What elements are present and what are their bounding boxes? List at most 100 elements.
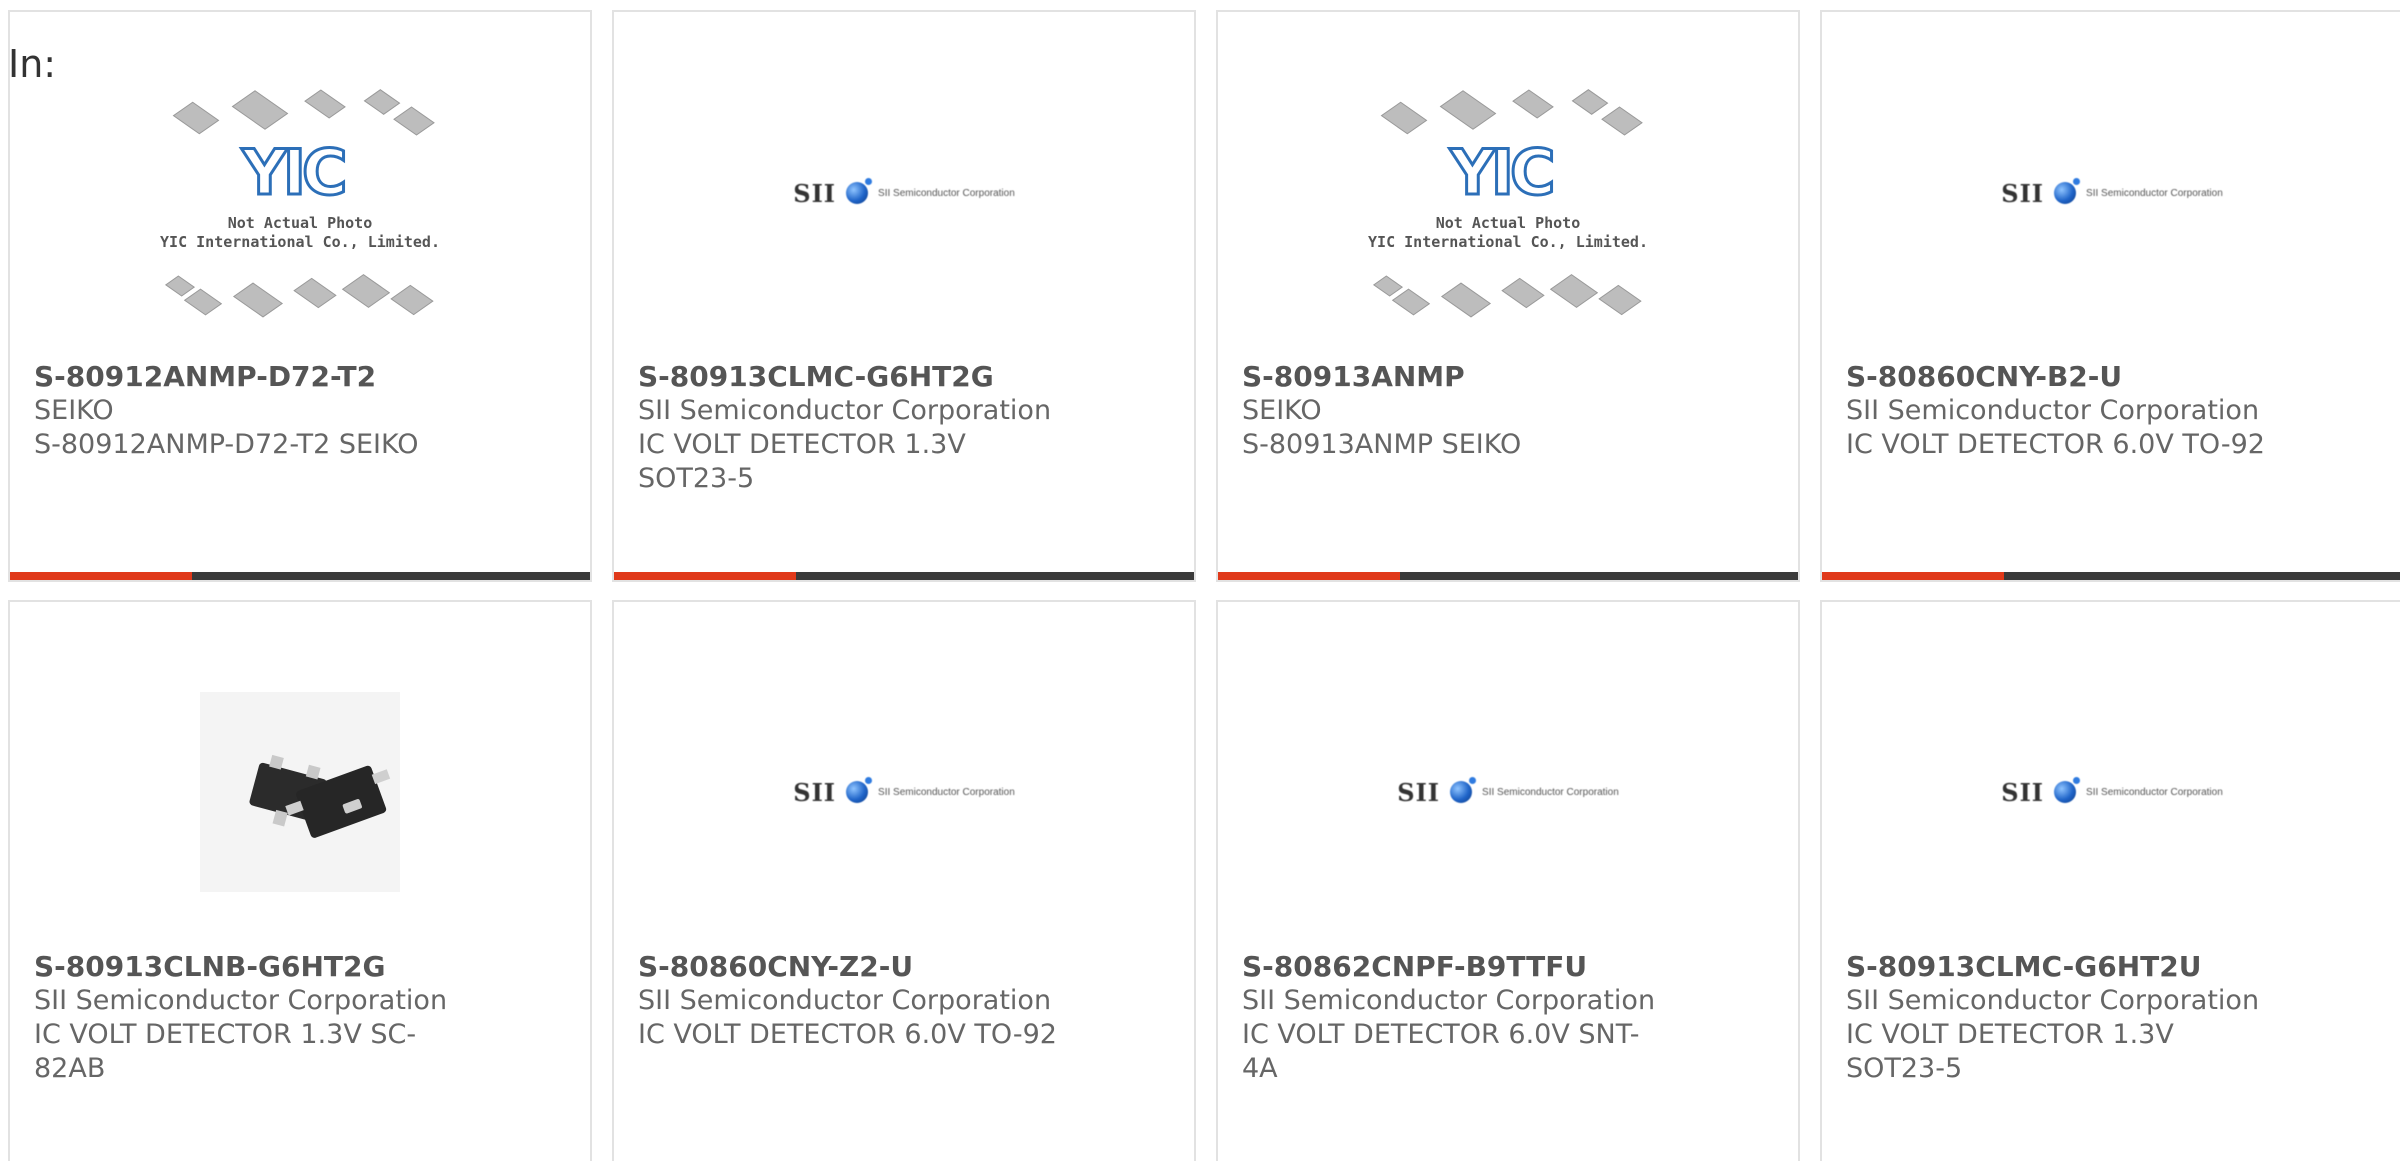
product-info: S-80860CNY-Z2-U SII Semiconductor Corpora… (638, 950, 1068, 1052)
product-part-number[interactable]: S-80860CNY-Z2-U (638, 950, 1068, 984)
product-description: S-80912ANMP-D72-T2 SEIKO (34, 429, 419, 460)
product-manufacturer: SEIKO (1242, 395, 1322, 426)
product-part-number[interactable]: S-80913ANMP (1242, 360, 1672, 394)
product-info: S-80913CLNB-G6HT2G SII Semiconductor Corp… (34, 950, 464, 1086)
product-grid: YIC Not Actual Photo YIC International Co.… (0, 0, 2400, 1161)
product-manufacturer: SII Semiconductor Corporation (638, 985, 1052, 1016)
sii-globe-icon (2054, 777, 2081, 803)
sii-logo-text: SII (793, 178, 837, 208)
sii-logo: SII SII Semiconductor Corporation (1397, 777, 1619, 807)
ic-chip-icon (1512, 89, 1554, 119)
product-part-number[interactable]: S-80913CLNB-G6HT2G (34, 950, 464, 984)
card-footer-bar (1218, 572, 1798, 580)
ic-chip-icon (341, 274, 391, 308)
ic-chip-icon (183, 288, 223, 316)
card-footer-accent (1822, 572, 2004, 580)
card-footer-accent (1218, 572, 1400, 580)
product-description: IC VOLT DETECTOR 1.3V SC-82AB (34, 1019, 417, 1084)
ic-chip-icon (231, 90, 289, 130)
sii-logo: SII SII Semiconductor Corporation (793, 178, 1015, 208)
product-manufacturer: SII Semiconductor Corporation (638, 395, 1052, 426)
ic-chip-icon (1601, 106, 1643, 136)
product-card[interactable]: SII SII Semiconductor Corporation S-80860C… (1820, 10, 2400, 582)
product-part-number[interactable]: S-80913CLMC-G6HT2U (1846, 950, 2276, 984)
yic-caption-line: YIC International Co., Limited. (160, 233, 440, 251)
sii-logo-text: SII (2001, 777, 2045, 807)
sii-logo-text: SII (1397, 777, 1441, 807)
product-manufacturer: SII Semiconductor Corporation (1846, 395, 2260, 426)
product-image[interactable]: SII SII Semiconductor Corporation (614, 642, 1194, 942)
yic-logo: YIC (240, 136, 349, 209)
ic-chip-icon (1598, 284, 1642, 316)
product-description: IC VOLT DETECTOR 6.0V TO-92 (638, 1019, 1057, 1050)
ic-chip-icon (165, 275, 195, 297)
sii-logo: SII SII Semiconductor Corporation (793, 777, 1015, 807)
product-info: S-80860CNY-B2-U SII Semiconductor Corpora… (1846, 360, 2276, 462)
product-grid-page: In: YIC Not Actual Photo YIC International… (0, 0, 2400, 1161)
sii-globe-icon (2054, 178, 2081, 204)
product-card[interactable]: SII SII Semiconductor Corporation S-80913C… (612, 10, 1196, 582)
sii-logo-text: SII (793, 777, 837, 807)
product-description: IC VOLT DETECTOR 6.0V SNT-4A (1242, 1019, 1640, 1084)
sii-globe-icon (846, 178, 873, 204)
product-image[interactable]: SII SII Semiconductor Corporation (614, 28, 1194, 358)
product-image[interactable] (10, 642, 590, 942)
product-card[interactable]: SII SII Semiconductor Corporation S-80860C… (612, 600, 1196, 1161)
ic-chip-icon (363, 89, 401, 115)
yic-caption: Not Actual Photo YIC International Co., L… (1368, 214, 1648, 252)
sii-globe-icon (846, 777, 873, 803)
ic-chip-icon (393, 106, 435, 136)
product-card[interactable]: S-80913CLNB-G6HT2G SII Semiconductor Corp… (8, 600, 592, 1161)
ic-chip-icon (390, 284, 434, 316)
product-manufacturer: SII Semiconductor Corporation (1242, 985, 1656, 1016)
sii-logo-subtitle: SII Semiconductor Corporation (878, 187, 1015, 199)
sot-chip-icon (200, 692, 400, 892)
product-image[interactable]: SII SII Semiconductor Corporation (1218, 642, 1798, 942)
ic-chip-icon (1501, 277, 1545, 309)
ic-chip-icon (293, 277, 337, 309)
yic-caption-line: YIC International Co., Limited. (1368, 233, 1648, 251)
product-manufacturer: SEIKO (34, 395, 114, 426)
product-card[interactable]: SII SII Semiconductor Corporation S-80913C… (1820, 600, 2400, 1161)
yic-logo: YIC (1448, 136, 1557, 209)
sii-logo-subtitle: SII Semiconductor Corporation (2086, 187, 2223, 199)
sii-logo-subtitle: SII Semiconductor Corporation (1482, 786, 1619, 798)
product-description: IC VOLT DETECTOR 1.3V SOT23-5 (638, 429, 966, 494)
ic-chip-icon (1439, 90, 1497, 130)
product-manufacturer: SII Semiconductor Corporation (1846, 985, 2260, 1016)
in-label: In: (8, 42, 57, 86)
not-actual-photo-placeholder: YIC Not Actual Photo YIC International Co.… (160, 82, 440, 322)
ic-chip-icon (233, 282, 283, 318)
card-footer-accent (614, 572, 796, 580)
yic-caption: Not Actual Photo YIC International Co., L… (160, 214, 440, 252)
ic-chip-icon (1391, 288, 1431, 316)
product-info: S-80862CNPF-B9TTFU SII Semiconductor Corp… (1242, 950, 1672, 1086)
ic-chip-icon (1373, 275, 1403, 297)
product-image[interactable]: YIC Not Actual Photo YIC International Co.… (1218, 52, 1798, 352)
product-card[interactable]: YIC Not Actual Photo YIC International Co.… (1216, 10, 1800, 582)
product-info: S-80913CLMC-G6HT2U SII Semiconductor Corp… (1846, 950, 2276, 1086)
ic-chip-icon (1441, 282, 1491, 318)
product-manufacturer: SII Semiconductor Corporation (34, 985, 448, 1016)
product-part-number[interactable]: S-80912ANMP-D72-T2 (34, 360, 464, 394)
product-info: S-80913CLMC-G6HT2G SII Semiconductor Corp… (638, 360, 1068, 496)
ic-chip-icon (1571, 89, 1609, 115)
product-info: S-80912ANMP-D72-T2 SEIKO S-80912ANMP-D72-T… (34, 360, 464, 462)
product-description: IC VOLT DETECTOR 6.0V TO-92 (1846, 429, 2265, 460)
product-part-number[interactable]: S-80913CLMC-G6HT2G (638, 360, 1068, 394)
sii-globe-icon (1450, 777, 1477, 803)
product-part-number[interactable]: S-80862CNPF-B9TTFU (1242, 950, 1672, 984)
product-card[interactable]: SII SII Semiconductor Corporation S-80862C… (1216, 600, 1800, 1161)
card-footer-bar (1822, 572, 2400, 580)
product-description: IC VOLT DETECTOR 1.3V SOT23-5 (1846, 1019, 2174, 1084)
not-actual-photo-placeholder: YIC Not Actual Photo YIC International Co.… (1368, 82, 1648, 322)
product-image[interactable]: SII SII Semiconductor Corporation (1822, 642, 2400, 942)
product-card[interactable]: YIC Not Actual Photo YIC International Co.… (8, 10, 592, 582)
product-image[interactable]: SII SII Semiconductor Corporation (1822, 28, 2400, 358)
sii-logo-text: SII (2001, 178, 2045, 208)
yic-caption-line: Not Actual Photo (227, 214, 373, 232)
product-info: S-80913ANMP SEIKO S-80913ANMP SEIKO (1242, 360, 1672, 462)
product-image[interactable]: YIC Not Actual Photo YIC International Co.… (10, 52, 590, 352)
product-part-number[interactable]: S-80860CNY-B2-U (1846, 360, 2276, 394)
product-description: S-80913ANMP SEIKO (1242, 429, 1522, 460)
